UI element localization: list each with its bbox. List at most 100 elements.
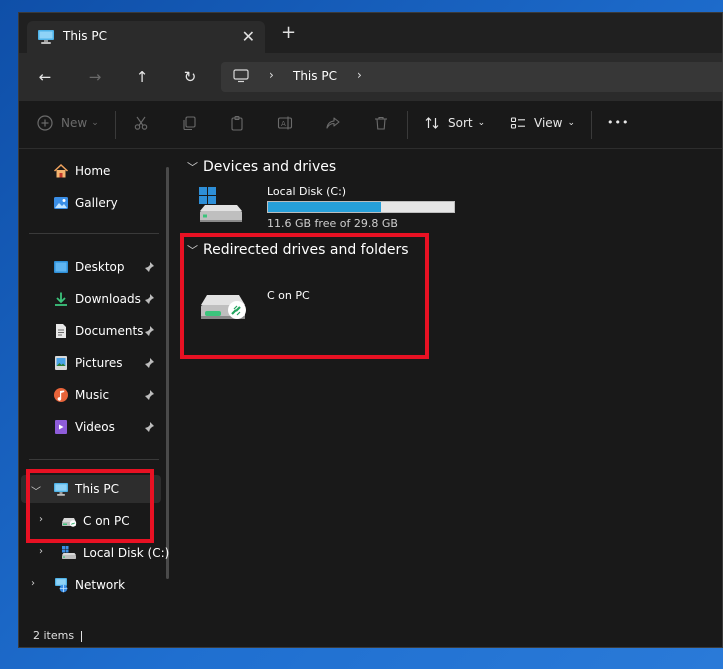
sidebar-item-label: Videos xyxy=(75,420,115,434)
redirected-drive-icon xyxy=(201,295,246,319)
sidebar-item-network[interactable]: › Network xyxy=(19,571,165,599)
chevron-right-icon[interactable]: › xyxy=(31,578,35,589)
section-devices-and-drives[interactable]: ﹀ Devices and drives xyxy=(187,159,336,175)
chevron-right-icon[interactable]: › xyxy=(39,546,43,557)
drive-name: Local Disk (C:) xyxy=(267,185,347,198)
sidebar-item-home[interactable]: Home xyxy=(19,157,165,185)
pc-icon xyxy=(38,30,54,44)
sidebar-item-documents[interactable]: Documents xyxy=(19,317,165,345)
copy-icon xyxy=(183,116,196,131)
sidebar-item-c-on-pc[interactable]: › C on PC xyxy=(19,507,165,535)
chevron-down-icon: ⌄ xyxy=(91,118,99,128)
share-icon xyxy=(326,117,340,129)
refresh-button[interactable]: ↻ xyxy=(180,67,200,87)
command-bar: New ⌄ A Sort ⌄ View ⌄ ••• xyxy=(19,101,722,149)
drive-free-space: 11.6 GB free of 29.8 GB xyxy=(267,217,398,230)
chevron-right-icon[interactable]: › xyxy=(269,68,274,82)
sidebar-item-desktop[interactable]: Desktop xyxy=(19,253,165,281)
share-button[interactable] xyxy=(325,115,341,131)
local-disk-icon xyxy=(62,546,76,559)
more-options-button[interactable]: ••• xyxy=(607,116,629,129)
pin-icon[interactable] xyxy=(143,357,155,369)
section-redirected-drives[interactable]: ﹀ Redirected drives and folders xyxy=(187,242,409,258)
pin-icon[interactable] xyxy=(143,293,155,305)
drive-local-disk-c[interactable]: Local Disk (C:) 11.6 GB free of 29.8 GB xyxy=(195,183,455,233)
music-icon xyxy=(54,388,68,402)
navigation-pane: Home Gallery Desktop Downloads Documents xyxy=(19,149,177,625)
chevron-down-icon: ⌄ xyxy=(567,118,576,128)
sidebar-item-local-disk[interactable]: › Local Disk (C:) xyxy=(19,539,169,567)
close-tab-icon[interactable]: ✕ xyxy=(242,27,255,46)
sidebar-item-this-pc[interactable]: ﹀ This PC xyxy=(21,475,161,503)
sidebar-item-pictures[interactable]: Pictures xyxy=(19,349,165,377)
svg-text:A: A xyxy=(281,120,286,128)
pictures-icon xyxy=(55,356,67,370)
divider xyxy=(29,459,159,460)
sidebar-item-label: Gallery xyxy=(75,196,118,210)
videos-icon xyxy=(55,420,67,434)
scissors-icon xyxy=(134,116,148,130)
chevron-down-icon: ﹀ xyxy=(187,161,198,174)
drive-usage-bar xyxy=(267,201,455,213)
pin-icon[interactable] xyxy=(143,325,155,337)
divider xyxy=(29,233,159,234)
section-title: Devices and drives xyxy=(203,159,337,175)
sidebar-item-label: Documents xyxy=(75,324,144,338)
divider xyxy=(115,111,116,139)
view-label: View xyxy=(534,116,563,130)
chevron-right-icon[interactable]: › xyxy=(357,68,362,82)
view-icon xyxy=(510,117,525,129)
sidebar-item-label: Local Disk (C:) xyxy=(83,546,170,560)
file-explorer-window: This PC ✕ + ← → ↑ ↻ › This PC › New ⌄ A … xyxy=(18,12,723,648)
divider xyxy=(81,631,82,642)
paste-button[interactable] xyxy=(229,115,245,131)
view-button[interactable]: View ⌄ xyxy=(510,115,575,131)
sidebar-item-videos[interactable]: Videos xyxy=(19,413,165,441)
up-button[interactable]: ↑ xyxy=(132,67,152,87)
chevron-down-icon[interactable]: ﹀ xyxy=(31,483,41,498)
content-pane: ﹀ Devices and drives Local Disk (C:) 11.… xyxy=(179,149,722,625)
desktop-icon xyxy=(54,261,68,273)
drive-usage-fill xyxy=(268,202,382,212)
sort-icon xyxy=(425,117,439,129)
trash-icon xyxy=(375,116,387,130)
network-icon xyxy=(55,578,68,593)
tab-this-pc[interactable]: This PC ✕ xyxy=(27,21,265,53)
pin-icon[interactable] xyxy=(143,421,155,433)
pin-icon[interactable] xyxy=(143,389,155,401)
sidebar-item-label: Network xyxy=(75,578,126,592)
delete-button[interactable] xyxy=(373,115,389,131)
sidebar-item-gallery[interactable]: Gallery xyxy=(19,189,165,217)
item-count: 2 items xyxy=(33,629,75,642)
divider xyxy=(407,111,408,139)
rename-icon: A xyxy=(277,116,293,130)
tab-bar: This PC ✕ + xyxy=(19,13,722,53)
sort-button[interactable]: Sort ⌄ xyxy=(424,115,485,131)
divider xyxy=(591,111,592,139)
sidebar-scrollbar[interactable] xyxy=(166,167,169,579)
redirected-drive-icon xyxy=(62,518,77,527)
sidebar-item-label: Desktop xyxy=(75,260,125,274)
new-tab-button[interactable]: + xyxy=(281,24,296,42)
cut-button[interactable] xyxy=(133,115,149,131)
chevron-right-icon[interactable]: › xyxy=(39,514,43,525)
navigation-bar: ← → ↑ ↻ › This PC › xyxy=(19,53,722,101)
downloads-icon xyxy=(55,292,67,306)
home-icon xyxy=(53,163,69,178)
rename-button[interactable]: A xyxy=(277,115,293,131)
back-button[interactable]: ← xyxy=(35,67,55,87)
pin-icon[interactable] xyxy=(143,261,155,273)
breadcrumb-this-pc[interactable]: This PC xyxy=(293,69,337,83)
drive-name: C on PC xyxy=(267,289,310,302)
copy-button[interactable] xyxy=(181,115,197,131)
clipboard-icon xyxy=(231,115,243,131)
sidebar-item-label: Downloads xyxy=(75,292,141,306)
drive-c-on-pc[interactable]: C on PC xyxy=(195,275,415,329)
address-bar[interactable]: › This PC › xyxy=(221,62,722,92)
sidebar-item-music[interactable]: Music xyxy=(19,381,165,409)
pc-icon xyxy=(54,483,68,496)
new-button[interactable]: New ⌄ xyxy=(37,115,99,131)
sidebar-item-downloads[interactable]: Downloads xyxy=(19,285,165,313)
sidebar-item-label: Music xyxy=(75,388,110,402)
forward-button[interactable]: → xyxy=(85,67,105,87)
